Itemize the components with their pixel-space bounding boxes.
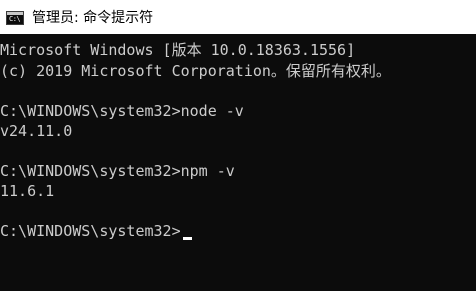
console-output[interactable]: Microsoft Windows [版本 10.0.18363.1556] (… [0, 34, 476, 291]
current-prompt-line[interactable]: C:\WINDOWS\system32> [0, 221, 192, 241]
npm-version-output: 11.6.1 [0, 182, 55, 200]
title-bar[interactable]: C:\ 管理员: 命令提示符 [0, 0, 476, 34]
node-command-line: C:\WINDOWS\system32>node -v [0, 102, 244, 120]
version-line: Microsoft Windows [版本 10.0.18363.1556] [0, 41, 356, 59]
text-cursor [182, 237, 192, 240]
command-prompt-window[interactable]: C:\ 管理员: 命令提示符 Microsoft Windows [版本 10.… [0, 0, 476, 291]
node-version-output: v24.11.0 [0, 122, 73, 140]
command-prompt: C:\WINDOWS\system32> [0, 222, 181, 240]
command-prompt-icon-text: C:\ [9, 15, 21, 23]
command-prompt-icon[interactable]: C:\ [6, 11, 24, 25]
npm-command-line: C:\WINDOWS\system32>npm -v [0, 162, 235, 180]
window-title: 管理员: 命令提示符 [32, 10, 154, 26]
copyright-line: (c) 2019 Microsoft Corporation。保留所有权利。 [0, 62, 391, 80]
